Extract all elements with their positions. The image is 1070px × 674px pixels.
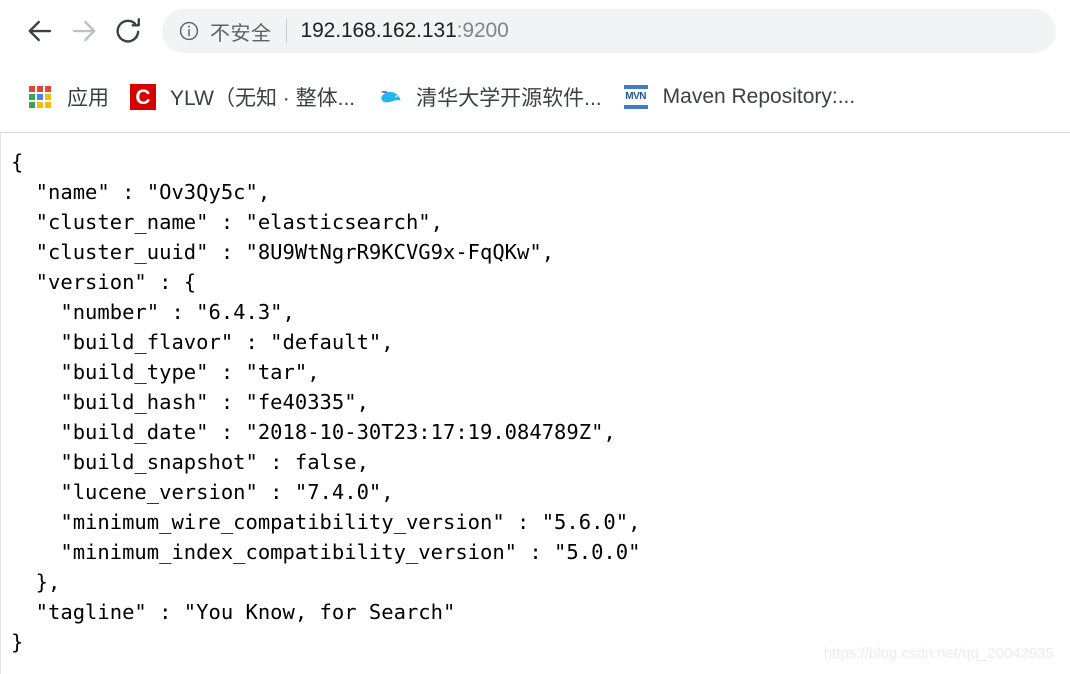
forward-button[interactable] bbox=[62, 9, 106, 53]
bookmark-apps[interactable]: 应用 bbox=[16, 74, 119, 120]
bookmark-label: YLW（无知 · 整体... bbox=[170, 87, 356, 110]
address-bar[interactable]: 不安全 192.168.162.131:9200 bbox=[162, 9, 1056, 53]
reload-icon bbox=[113, 16, 143, 46]
page-content: { "name" : "Ov3Qy5c", "cluster_name" : "… bbox=[0, 133, 1070, 674]
bookmark-maven-repository[interactable]: MVN Maven Repository:... bbox=[612, 74, 866, 120]
browser-chrome: 不安全 192.168.162.131:9200 应用 C YLW（无知 · 整… bbox=[0, 0, 1070, 133]
watermark-text: https://blog.csdn.net/qq_20042935 bbox=[823, 645, 1054, 662]
json-response-body: { "name" : "Ov3Qy5c", "cluster_name" : "… bbox=[11, 150, 641, 654]
c-favicon-icon: C bbox=[129, 83, 157, 111]
back-button[interactable] bbox=[18, 9, 62, 53]
fish-favicon-icon bbox=[375, 83, 403, 111]
reload-button[interactable] bbox=[106, 9, 150, 53]
url-host: 192.168.162.131 bbox=[300, 19, 457, 42]
bookmark-label: 应用 bbox=[67, 87, 109, 110]
url-port: :9200 bbox=[456, 19, 509, 42]
bookmark-tsinghua-mirror[interactable]: 清华大学开源软件... bbox=[365, 74, 612, 120]
info-circle-icon[interactable] bbox=[178, 20, 200, 42]
apps-grid-icon bbox=[26, 83, 54, 111]
mvn-favicon-icon: MVN bbox=[622, 83, 650, 111]
browser-toolbar: 不安全 192.168.162.131:9200 bbox=[0, 0, 1070, 62]
security-status-label: 不安全 bbox=[210, 22, 272, 45]
omnibox-divider bbox=[285, 19, 287, 43]
bookmarks-bar: 应用 C YLW（无知 · 整体... 清华大学开源软件... MVN Mave… bbox=[0, 62, 1070, 133]
back-arrow-icon bbox=[25, 16, 55, 46]
bookmark-label: Maven Repository:... bbox=[662, 85, 856, 108]
url-text[interactable]: 192.168.162.131:9200 bbox=[301, 19, 509, 43]
bookmark-label: 清华大学开源软件... bbox=[416, 87, 602, 110]
bookmark-ylw[interactable]: C YLW（无知 · 整体... bbox=[119, 74, 365, 120]
forward-arrow-icon bbox=[69, 16, 99, 46]
